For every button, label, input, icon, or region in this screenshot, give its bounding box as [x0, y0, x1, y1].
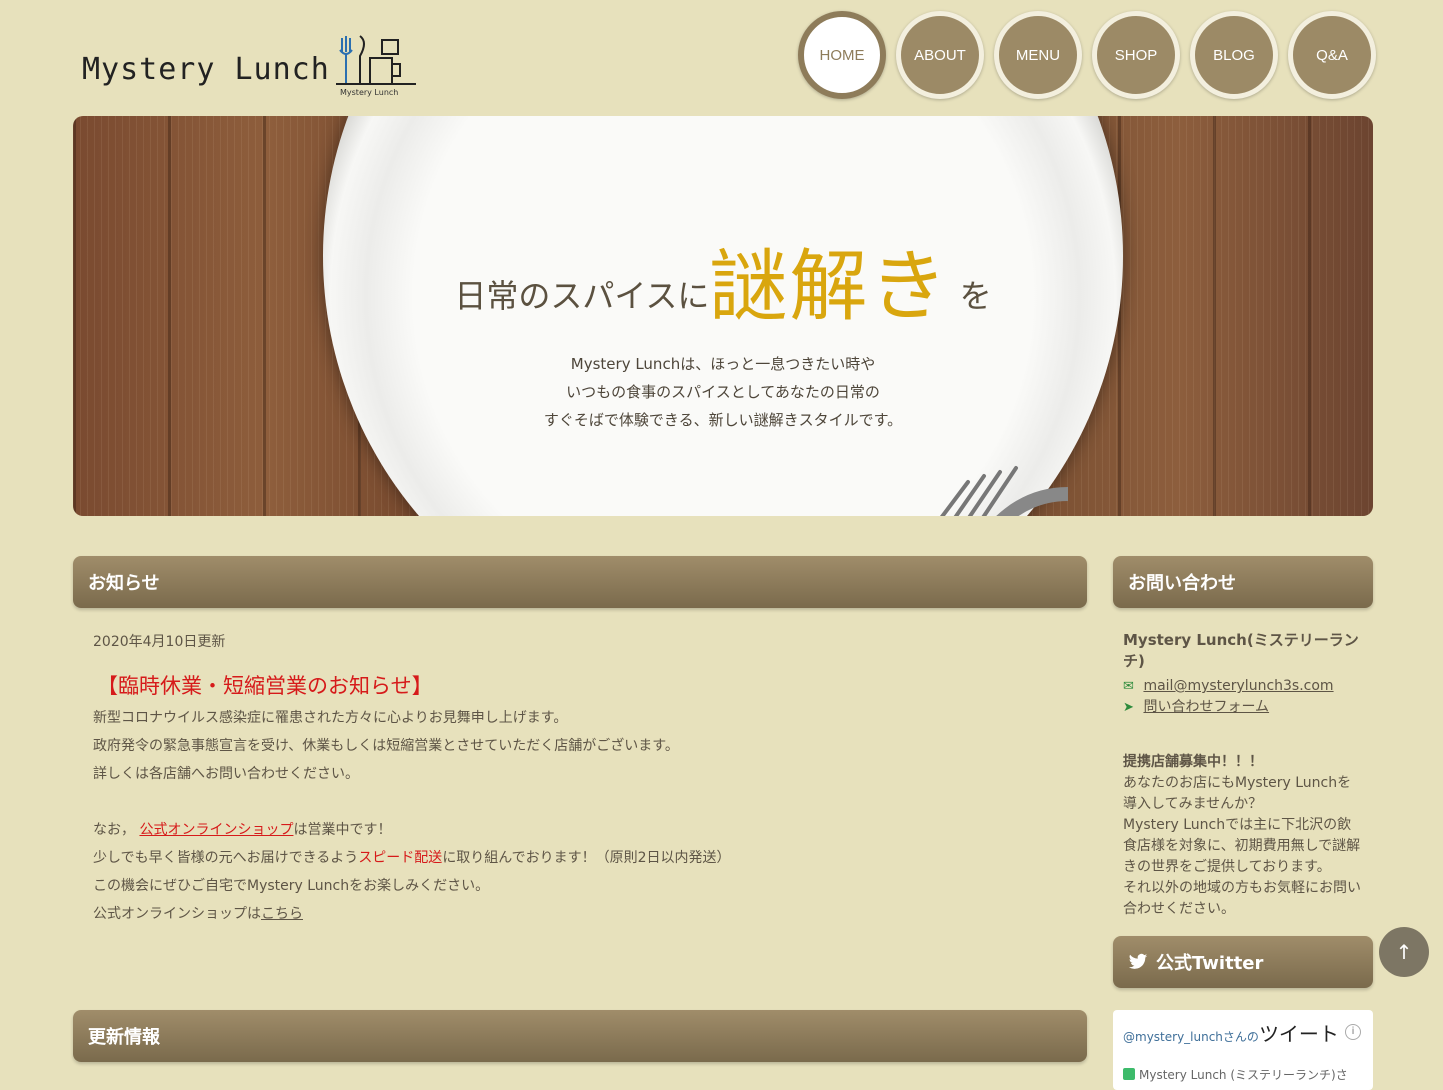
news-shop-line: なお， 公式オンラインショップは営業中です！	[93, 816, 1073, 844]
tweet-account-line: Mystery Lunch (ミステリーランチ)さ	[1123, 1066, 1348, 1083]
news-line: 新型コロナウイルス感染症に罹患された方々に心よりお見舞申し上げます。	[93, 710, 568, 726]
twitter-handle[interactable]: @mystery_lunch	[1123, 1030, 1223, 1044]
nav-shop[interactable]: SHOP	[1092, 11, 1180, 99]
contact-org: Mystery Lunch(ミステリーランチ)	[1123, 631, 1359, 670]
hero-title-suffix: を	[959, 277, 992, 315]
recruit-line: あなたのお店にもMystery Lunchを	[1123, 775, 1352, 791]
info-icon[interactable]: i	[1345, 1024, 1361, 1040]
recruit-line: 導入してみませんか？	[1123, 796, 1263, 812]
nav-home[interactable]: HOME	[798, 11, 886, 99]
nav-menu[interactable]: MENU	[994, 11, 1082, 99]
mail-icon: ✉	[1123, 679, 1134, 694]
hero-banner: 日常のスパイスに謎解き を Mystery Lunchは、ほっと一息つきたい時や…	[73, 116, 1373, 516]
main-nav: HOME ABOUT MENU SHOP BLOG Q&A	[798, 11, 1376, 99]
hero-lead-line: いつもの食事のスパイスとしてあなたの日常の	[566, 383, 880, 401]
hero-title-prefix: 日常のスパイスに	[454, 277, 710, 315]
news-heading: お知らせ	[73, 556, 1087, 608]
nav-blog[interactable]: BLOG	[1190, 11, 1278, 99]
hero-lead-line: Mystery Lunchは、ほっと一息つきたい時や	[570, 355, 876, 373]
nav-qa[interactable]: Q&A	[1288, 11, 1376, 99]
updates-heading: 更新情報	[73, 1010, 1087, 1062]
news-date: 2020年4月10日更新	[93, 634, 226, 650]
text: なお，	[93, 822, 135, 838]
news-line: この機会にぜひご自宅でMystery Lunchをお楽しみください。	[93, 878, 490, 894]
text: に取り組んでおります！（原則2日以内発送）	[442, 850, 731, 866]
cutlery-cup-icon	[336, 35, 416, 85]
contact-email-link[interactable]: mail@mysterylunch3s.com	[1143, 678, 1333, 694]
text: は営業中です！	[293, 822, 392, 838]
hero-title-highlight: 謎解き	[709, 242, 950, 332]
fork-image	[940, 466, 1068, 516]
contact-body: Mystery Lunch(ミステリーランチ) ✉ mail@mysterylu…	[1123, 630, 1368, 920]
site-logo[interactable]: Mystery Lunch Mystery Lunch	[80, 34, 420, 100]
twitter-timeline[interactable]: @mystery_lunchさんのツイート i Mystery Lunch (ミ…	[1113, 1010, 1373, 1090]
paper-plane-icon: ➤	[1123, 700, 1134, 715]
recruit-title: 提携店舗募集中！！！	[1123, 754, 1263, 770]
news-line: 詳しくは各店舗へお問い合わせください。	[93, 766, 359, 782]
recruit-line: 合わせください。	[1123, 901, 1235, 917]
contact-form-link[interactable]: 問い合わせフォーム	[1143, 699, 1269, 715]
twitter-heading: 公式Twitter	[1113, 936, 1373, 988]
text: 公式オンラインショップは	[93, 906, 261, 922]
nav-about[interactable]: ABOUT	[896, 11, 984, 99]
back-to-top-button[interactable]: ↑	[1379, 927, 1429, 977]
shop-here-link[interactable]: こちら	[261, 906, 303, 922]
tweet-account[interactable]: Mystery Lunch (ミステリーランチ)さ	[1139, 1068, 1348, 1082]
text: 少しでも早く皆様の元へお届けできるよう	[93, 850, 359, 866]
tweets-label: ツイート	[1258, 1022, 1339, 1046]
hero-title: 日常のスパイスに謎解き を	[73, 224, 1373, 336]
news-headline: 【臨時休業・短縮営業のお知らせ】	[97, 674, 433, 698]
hero-lead-line: すぐそばで体験できる、新しい謎解きスタイルです。	[543, 411, 903, 429]
text: さんの	[1222, 1030, 1259, 1044]
news-here-line: 公式オンラインショップはこちら	[93, 900, 1073, 928]
recruit-line: きの世界をご提供しております。	[1123, 859, 1331, 875]
twitter-timeline-header: @mystery_lunchさんのツイート	[1123, 1018, 1339, 1047]
hero-lead: Mystery Lunchは、ほっと一息つきたい時や いつもの食事のスパイスとし…	[73, 350, 1373, 434]
news-body: 2020年4月10日更新 【臨時休業・短縮営業のお知らせ】 新型コロナウイルス感…	[93, 628, 1073, 928]
speed-delivery-text: スピード配送	[358, 850, 443, 866]
news-line: 政府発令の緊急事態宣言を受け、休業もしくは短縮営業とさせていただく店舗がございま…	[93, 738, 679, 754]
recruit-line: 食店様を対象に、初期費用無しで謎解	[1123, 838, 1361, 854]
online-shop-link[interactable]: 公式オンラインショップ	[139, 822, 293, 838]
retweet-icon	[1123, 1068, 1135, 1080]
logo-subtitle: Mystery Lunch	[340, 88, 399, 97]
contact-heading: お問い合わせ	[1113, 556, 1373, 608]
news-delivery-line: 少しでも早く皆様の元へお届けできるようスピード配送に取り組んでおります！（原則2…	[93, 844, 1073, 872]
twitter-bird-icon	[1128, 953, 1148, 969]
twitter-heading-text: 公式Twitter	[1156, 953, 1264, 974]
recruit-line: それ以外の地域の方もお気軽にお問い	[1123, 880, 1361, 896]
logo-text: Mystery Lunch	[82, 52, 330, 87]
recruit-line: Mystery Lunchでは主に下北沢の飲	[1123, 817, 1352, 833]
